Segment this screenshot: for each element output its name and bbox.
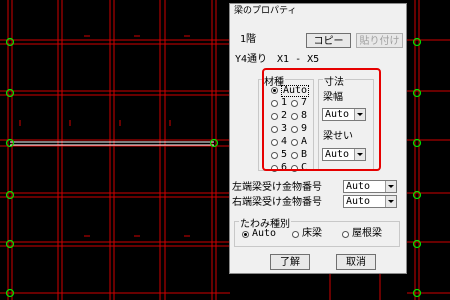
axis-label: Y4通り X1 - X5 <box>235 54 320 65</box>
right-hardware-select[interactable]: Auto <box>343 195 397 208</box>
story-label: 1階 <box>240 34 257 45</box>
left-hardware-select[interactable]: Auto <box>343 180 397 193</box>
paste-button[interactable]: 貼り付け <box>356 33 403 48</box>
dialog-title: 梁のプロパティ <box>230 4 406 18</box>
deflection-floor-radio[interactable] <box>292 231 299 238</box>
chevron-down-icon[interactable] <box>385 181 396 192</box>
chevron-down-icon[interactable] <box>385 196 396 207</box>
right-hardware-label: 右端梁受け金物番号 <box>232 197 322 208</box>
deflection-roof-radio[interactable] <box>342 231 349 238</box>
cancel-button[interactable]: 取消 <box>336 254 376 270</box>
left-hardware-label: 左端梁受け金物番号 <box>232 182 322 193</box>
deflection-floor-label: 床梁 <box>302 228 322 239</box>
left-hardware-value: Auto <box>346 181 371 192</box>
deflection-auto-radio[interactable] <box>242 231 249 238</box>
highlight-annotation <box>262 68 381 171</box>
deflection-roof-label: 屋根梁 <box>352 228 382 239</box>
right-hardware-value: Auto <box>346 196 371 207</box>
ok-button[interactable]: 了解 <box>270 254 310 270</box>
deflection-auto-label: Auto <box>252 228 277 239</box>
copy-button[interactable]: コピー <box>306 33 351 48</box>
selected-beam <box>10 141 214 146</box>
